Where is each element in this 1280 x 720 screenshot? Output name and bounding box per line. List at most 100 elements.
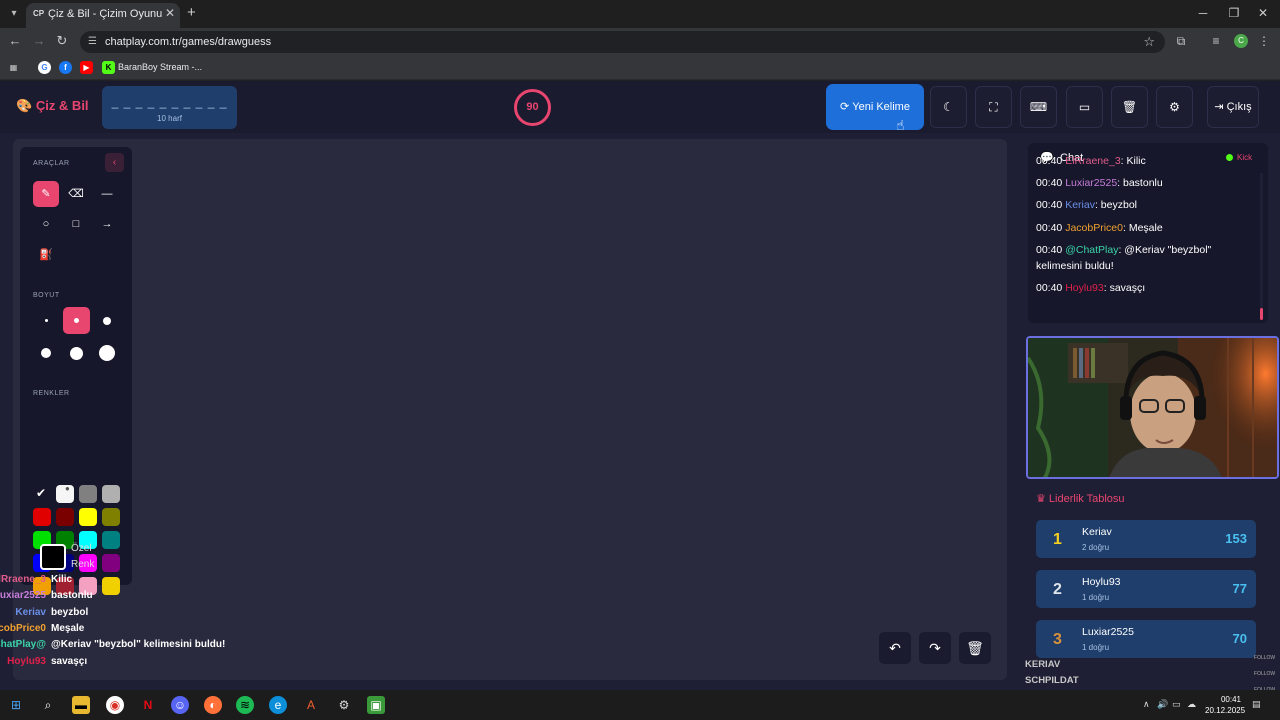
bookmark-star-icon[interactable]: ☆ (1143, 34, 1155, 50)
chat-scrollbar[interactable] (1260, 173, 1263, 318)
clear-canvas-button[interactable]: 🗑 (959, 632, 991, 664)
steam-icon[interactable]: ⚙ (335, 696, 353, 714)
chat-message-text: : beyzbol (1094, 199, 1137, 211)
gear-icon: ⚙ (1169, 100, 1180, 114)
youtube-icon[interactable]: ▶ (80, 61, 93, 74)
browser-tab[interactable]: CP Çiz & Bil - Çizim Oyunu ✕ (26, 3, 180, 28)
custom-color-box[interactable] (40, 544, 66, 570)
redo-button[interactable]: ↷ (919, 632, 951, 664)
overlay-chat-username: JacobPrice0 (0, 622, 46, 634)
media-icon[interactable]: ≡ (1208, 34, 1224, 48)
site-info-icon[interactable]: ☰ (88, 36, 97, 47)
color-swatch[interactable]: ● (56, 484, 74, 503)
chat-message-user[interactable]: JacobPrice0 (1065, 222, 1123, 234)
size-option[interactable] (41, 348, 51, 358)
color-swatch[interactable] (33, 508, 51, 526)
undo-button[interactable]: ↶ (879, 632, 911, 664)
arrow-tool[interactable]: → (94, 211, 120, 237)
clock-date: 20.12.2025 (1205, 706, 1246, 715)
network-icon[interactable]: ▭ (1172, 699, 1181, 710)
new-word-button[interactable]: ⟳ Yeni Kelime (826, 84, 924, 130)
chat-message-user[interactable]: ElRraene_3 (1065, 155, 1120, 167)
eraser-tool[interactable]: ⌫ (63, 181, 89, 207)
chat-message-time: 00:40 (1036, 199, 1066, 211)
apps-icon[interactable]: ▦ (7, 61, 20, 74)
reload-icon[interactable]: ↻ (53, 33, 71, 49)
kick-icon[interactable]: K (102, 61, 115, 74)
line-tool[interactable]: — (94, 181, 120, 207)
overlay-chat-message: Meşale (51, 622, 85, 634)
volume-icon[interactable]: 🔊 (1157, 699, 1168, 710)
delete-button[interactable]: 🗑 (1111, 86, 1148, 128)
chat-panel: 💬 Chat Kick 00:40 ElRraene_3: Kilic 00:40… (1028, 143, 1268, 323)
follower-tag: FOLLOW (1254, 655, 1276, 661)
discord-icon[interactable]: ☺ (171, 696, 189, 714)
google-icon[interactable]: G (38, 61, 51, 74)
search-icon[interactable]: ⌕ (39, 696, 57, 714)
size-option[interactable] (103, 317, 111, 325)
size-option[interactable] (70, 347, 83, 360)
follower-name: KERIAV (1025, 659, 1061, 670)
exit-icon: ⇥ (1214, 101, 1227, 113)
chat-message-user[interactable]: Hoylu93 (1065, 282, 1104, 294)
chevron-up-icon[interactable]: ∧ (1143, 699, 1150, 710)
color-swatch[interactable] (102, 531, 120, 549)
color-swatch[interactable]: ✔ (33, 485, 51, 503)
netflix-icon[interactable]: N (139, 696, 157, 714)
back-icon[interactable]: ← (6, 33, 24, 48)
windows-start-icon[interactable]: ⊞ (7, 696, 25, 714)
color-swatch[interactable] (102, 485, 120, 503)
window-close-icon[interactable]: ✕ (1254, 6, 1272, 20)
minecraft-icon[interactable]: ▣ (367, 696, 385, 714)
color-swatch[interactable] (79, 485, 97, 503)
chat-scroll-thumb[interactable] (1260, 308, 1263, 320)
color-swatch[interactable] (102, 577, 120, 595)
color-swatch[interactable] (56, 508, 74, 526)
moon-icon: ☾ (943, 100, 954, 114)
circle-tool[interactable]: ○ (33, 211, 59, 237)
extensions-icon[interactable]: ⧉ (1173, 34, 1189, 49)
chat-message-user[interactable]: Luxiar2525 (1065, 177, 1117, 189)
exit-button[interactable]: ⇥ Çıkış (1207, 86, 1259, 128)
collapse-panel-button[interactable]: ‹ (105, 153, 124, 172)
forward-icon[interactable]: → (30, 33, 48, 48)
file-explorer-icon[interactable]: ▬ (72, 696, 90, 714)
menu-icon[interactable]: ⋮ (1256, 34, 1272, 48)
chat-message-user[interactable]: @ChatPlay (1065, 244, 1118, 256)
color-swatch[interactable] (102, 508, 120, 526)
drawing-canvas[interactable] (13, 139, 1007, 680)
chrome-icon[interactable]: ◉ (106, 696, 124, 714)
color-swatch[interactable] (102, 554, 120, 572)
keyboard-button[interactable]: ⌨ (1020, 86, 1057, 128)
fill-tool[interactable]: ⛽ (33, 242, 59, 268)
dark-mode-button[interactable]: ☾ (930, 86, 967, 128)
notifications-icon[interactable]: ▤ (1252, 699, 1261, 710)
restore-icon[interactable]: ❐ (1225, 6, 1243, 20)
chat-message-user[interactable]: Keriav (1065, 199, 1095, 211)
clock[interactable]: 00:41 20.12.2025 (1205, 694, 1245, 716)
custom-color-label[interactable]: Özel Renk (71, 541, 94, 573)
tab-list-button[interactable]: ▾ (5, 5, 23, 23)
edge-icon[interactable]: e (269, 696, 287, 714)
profile-avatar[interactable]: C (1234, 34, 1248, 48)
bookmark-label[interactable]: BaranBoy Stream -... (118, 62, 202, 72)
tab-close-icon[interactable]: ✕ (165, 6, 175, 20)
minimize-icon[interactable]: ─ (1194, 6, 1212, 20)
spotify-icon[interactable]: ≋ (236, 696, 254, 714)
color-swatch[interactable] (79, 508, 97, 526)
firefox-icon[interactable]: ◐ (204, 696, 222, 714)
size-option[interactable] (74, 318, 79, 323)
rectangle-tool[interactable]: □ (63, 211, 89, 237)
size-option[interactable] (99, 345, 115, 361)
settings-button[interactable]: ⚙ (1156, 86, 1193, 128)
fullscreen-button[interactable]: ⛶ (975, 86, 1012, 128)
pencil-tool[interactable]: ✎ (33, 181, 59, 207)
new-tab-icon[interactable]: + (187, 4, 196, 21)
facebook-icon[interactable]: f (59, 61, 72, 74)
app-icon[interactable]: A (302, 696, 320, 714)
size-option[interactable] (45, 319, 48, 322)
cloud-icon[interactable]: ☁ (1187, 699, 1196, 710)
brand[interactable]: 🎨 Çiz & Bil (16, 98, 89, 114)
archive-button[interactable]: ▭ (1066, 86, 1103, 128)
address-bar[interactable]: ☰ chatplay.com.tr/games/drawguess ☆ (80, 31, 1165, 53)
